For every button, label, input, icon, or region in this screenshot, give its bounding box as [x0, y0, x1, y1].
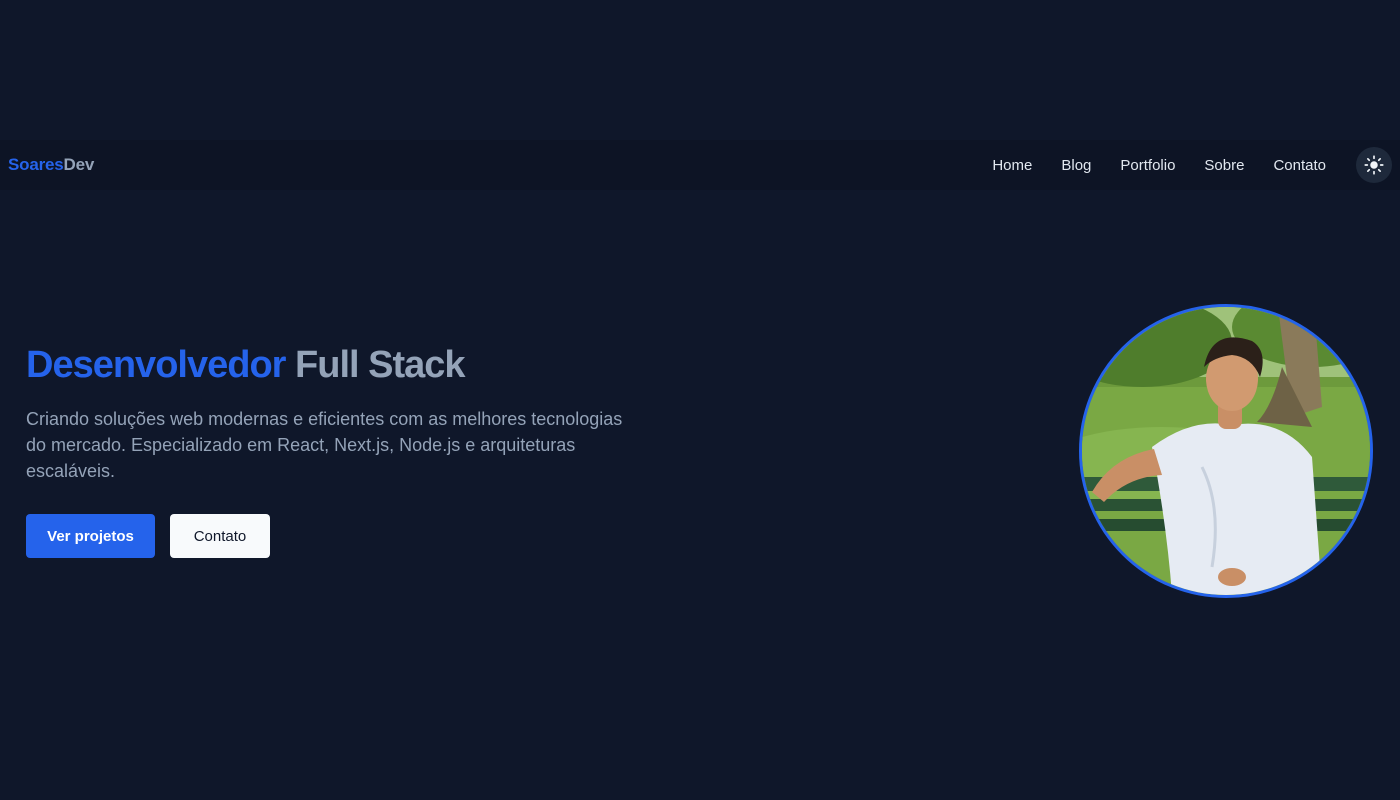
hero-title-rest: Full Stack — [295, 344, 465, 386]
hero-title: Desenvolvedor Full Stack — [26, 340, 666, 390]
page: SoaresDev Home Blog Portfolio Sobre Cont… — [0, 0, 1400, 800]
brand-part-1: Soares — [8, 155, 64, 174]
theme-toggle-button[interactable] — [1356, 147, 1392, 183]
brand-logo[interactable]: SoaresDev — [8, 155, 94, 175]
nav-link-sobre[interactable]: Sobre — [1204, 157, 1244, 174]
hero-title-highlight: Desenvolvedor — [26, 344, 286, 386]
sun-icon — [1364, 155, 1384, 175]
nav-link-portfolio[interactable]: Portfolio — [1120, 157, 1175, 174]
hero-actions: Ver projetos Contato — [26, 514, 666, 558]
nav-links: Home Blog Portfolio Sobre Contato — [992, 157, 1326, 174]
profile-photo — [1079, 304, 1373, 598]
navbar: SoaresDev Home Blog Portfolio Sobre Cont… — [0, 140, 1400, 190]
nav-link-blog[interactable]: Blog — [1061, 157, 1091, 174]
contato-button[interactable]: Contato — [170, 514, 270, 558]
nav-link-home[interactable]: Home — [992, 157, 1032, 174]
brand-part-2: Dev — [63, 155, 95, 174]
nav-link-contato[interactable]: Contato — [1273, 157, 1326, 174]
ver-projetos-button[interactable]: Ver projetos — [26, 514, 155, 558]
profile-photo-illustration — [1082, 307, 1370, 595]
hero-description: Criando soluções web modernas e eficient… — [26, 409, 623, 481]
hero-section: Desenvolvedor Full Stack Criando soluçõe… — [26, 340, 666, 558]
nav-right: Home Blog Portfolio Sobre Contato — [992, 147, 1392, 183]
